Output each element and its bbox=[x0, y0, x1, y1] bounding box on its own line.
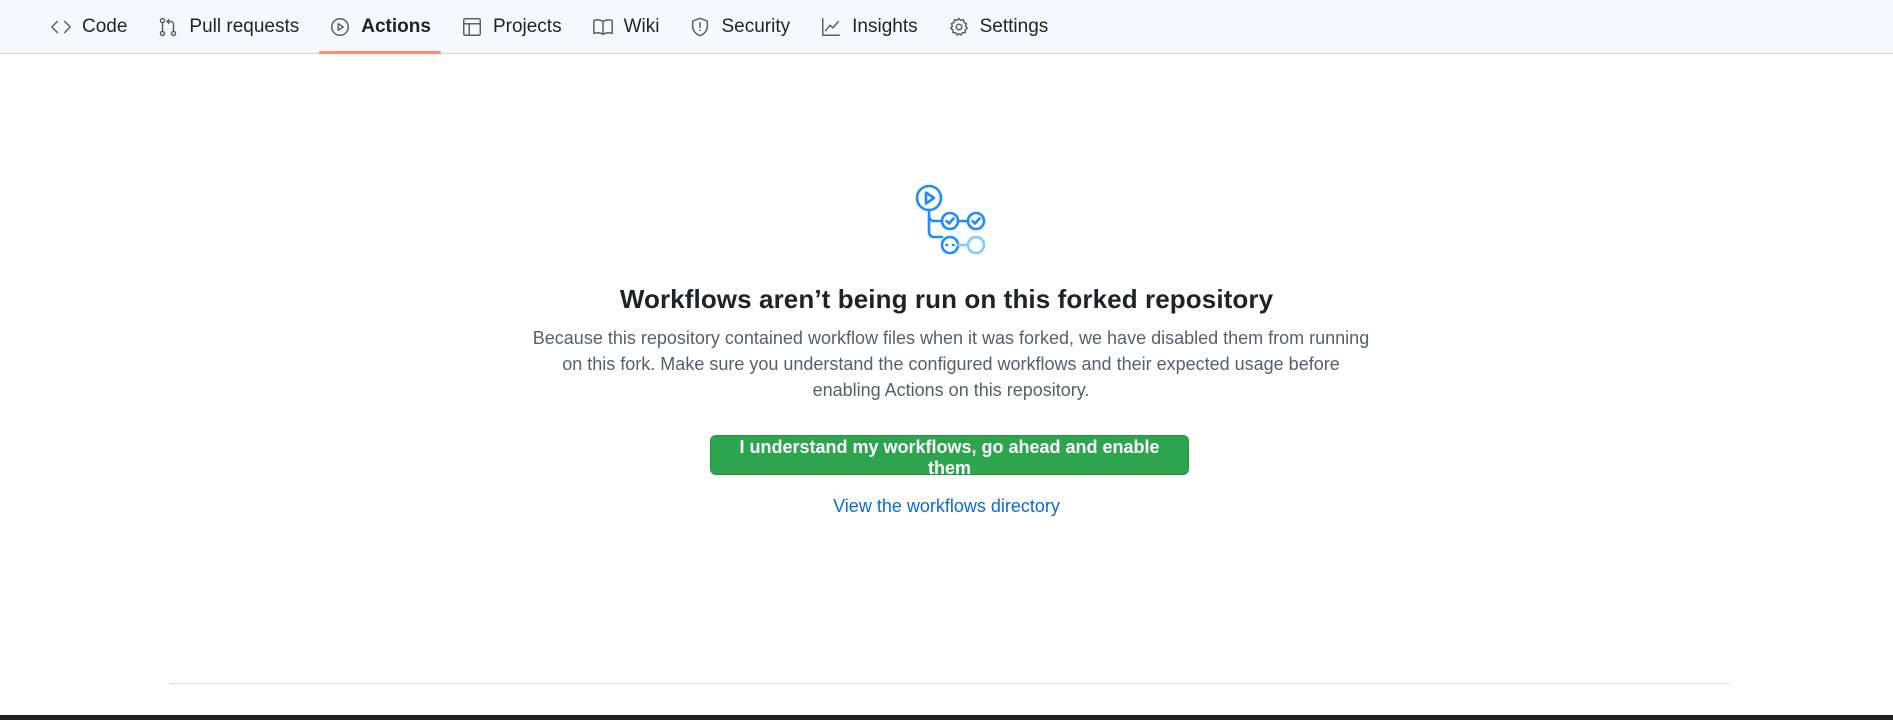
tab-code[interactable]: Code bbox=[40, 0, 137, 54]
tab-insights[interactable]: Insights bbox=[810, 0, 927, 54]
workflows-link-row: View the workflows directory bbox=[0, 496, 1893, 517]
tab-pull-requests[interactable]: Pull requests bbox=[147, 0, 309, 54]
play-icon bbox=[331, 18, 350, 36]
taskbar-edge bbox=[0, 715, 1893, 720]
repo-nav-bar: Code Pull requests Actions Projects Wiki… bbox=[0, 0, 1893, 54]
tab-projects[interactable]: Projects bbox=[451, 0, 572, 54]
graph-icon bbox=[822, 18, 841, 36]
workflow-illustration-icon bbox=[915, 184, 986, 255]
table-icon bbox=[462, 18, 481, 36]
tab-code-label: Code bbox=[82, 16, 128, 37]
tab-wiki-label: Wiki bbox=[623, 16, 660, 37]
page-description: Because this repository contained workfl… bbox=[532, 328, 1370, 400]
tab-actions-label: Actions bbox=[361, 16, 431, 37]
footer-divider bbox=[170, 683, 1730, 684]
tab-security[interactable]: Security bbox=[679, 0, 800, 54]
tab-pull-requests-label: Pull requests bbox=[189, 16, 300, 37]
tab-security-label: Security bbox=[721, 16, 791, 37]
tab-insights-label: Insights bbox=[852, 16, 918, 37]
page-title: Workflows aren’t being run on this forke… bbox=[619, 284, 1274, 314]
tab-settings[interactable]: Settings bbox=[938, 0, 1059, 54]
book-icon bbox=[592, 19, 613, 36]
gear-icon bbox=[949, 17, 968, 36]
repo-tabs: Code Pull requests Actions Projects Wiki… bbox=[40, 0, 1068, 54]
git-pull-request-icon bbox=[160, 17, 177, 37]
code-icon bbox=[51, 20, 71, 34]
tab-actions[interactable]: Actions bbox=[319, 0, 441, 54]
shield-icon bbox=[692, 17, 709, 37]
enable-workflows-button[interactable]: I understand my workflows, go ahead and … bbox=[710, 435, 1189, 478]
tab-projects-label: Projects bbox=[492, 16, 562, 37]
tab-settings-label: Settings bbox=[979, 16, 1049, 37]
view-workflows-directory-link[interactable]: View the workflows directory bbox=[833, 496, 1060, 516]
tab-wiki[interactable]: Wiki bbox=[582, 0, 670, 54]
